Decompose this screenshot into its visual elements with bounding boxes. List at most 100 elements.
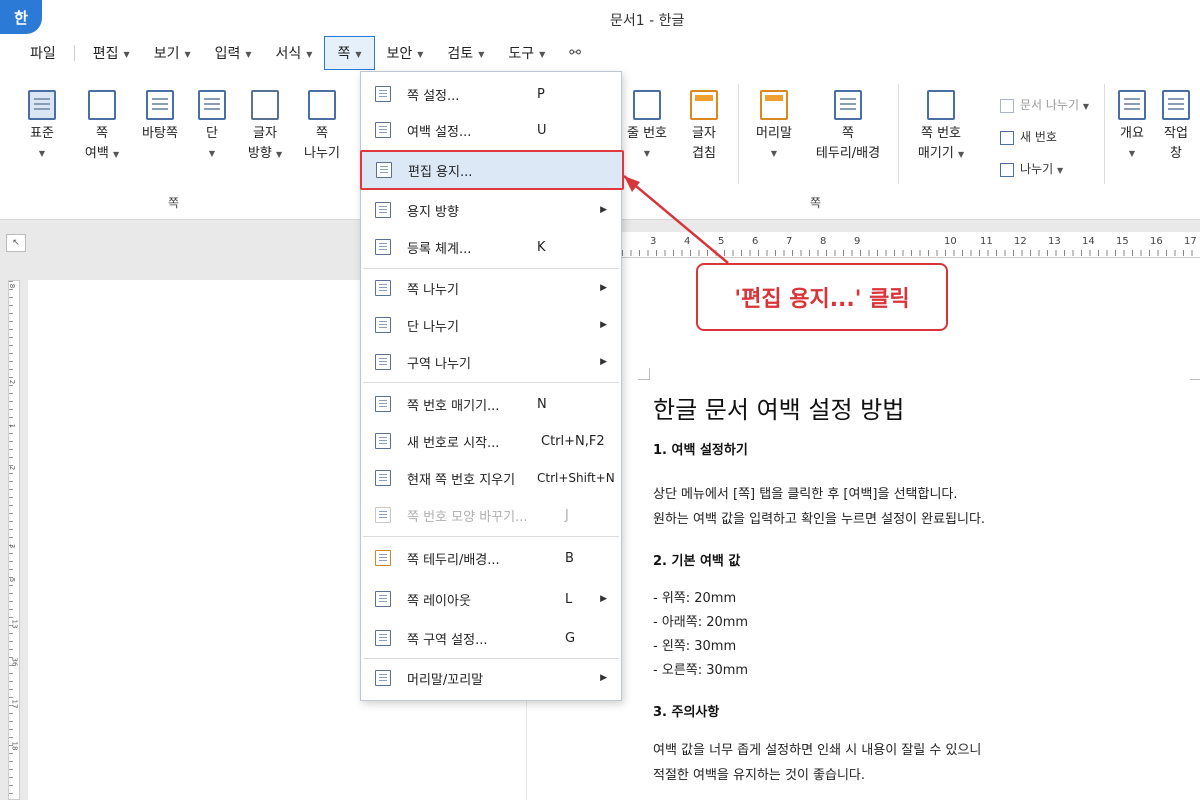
menu-item-column-break[interactable]: 단 나누기 ▶ (361, 307, 621, 343)
menu-item-paper-orientation[interactable]: 용지 방향 ▶ (361, 192, 621, 228)
new-number-button[interactable]: 새 번호 (1000, 128, 1057, 145)
char-overlap-button[interactable]: 글자 겹침 (682, 90, 726, 164)
page-break-button[interactable]: 쪽 나누기 (298, 90, 346, 164)
clear-page-number-icon (375, 470, 391, 486)
menu-item-label: 쪽 테두리/배경... (407, 552, 500, 568)
ribbon-separator (1104, 84, 1105, 184)
page-border-icon (375, 550, 391, 566)
margin-setup-icon (375, 122, 391, 138)
menu-format-label: 서식 (275, 46, 302, 62)
page-number-button[interactable]: 쪽 번호 매기기 ▼ (908, 90, 974, 165)
edit-paper-icon (376, 162, 392, 178)
menu-security[interactable]: 보안 ▼ (375, 37, 436, 69)
text-direction-button[interactable]: 글자 방향 ▼ (242, 90, 288, 165)
outline-icon (1118, 90, 1146, 120)
page-margin-button[interactable]: 쪽 여백 ▼ (78, 90, 126, 165)
standard-button[interactable]: 표준 ▼ (20, 90, 64, 164)
menu-separator (363, 536, 619, 537)
doc-paragraph-line: 상단 메뉴에서 [쪽] 탭을 클릭한 후 [여백]을 선택합니다. (653, 487, 958, 502)
doc-list-item: - 위쪽: 20mm (653, 591, 737, 606)
menu-item-registration[interactable]: 등록 체계... K (361, 229, 621, 265)
menu-item-section-break[interactable]: 구역 나누기 ▶ (361, 344, 621, 380)
menu-item-page-setup[interactable]: 쪽 설정... P (361, 76, 621, 112)
hruler-num: 4 (684, 236, 691, 247)
menu-separator (363, 658, 619, 659)
menu-item-page-layout[interactable]: 쪽 레이아웃 L ▶ (361, 581, 621, 617)
menu-item-label: 단 나누기 (407, 319, 459, 335)
page-border-button[interactable]: 쪽 테두리/배경 (808, 90, 888, 164)
vruler-num: 13 (10, 619, 19, 629)
menu-insert[interactable]: 입력 ▼ (203, 37, 264, 69)
chevron-down-icon: ▼ (355, 49, 362, 59)
vruler-num: 2 (8, 379, 17, 385)
menu-insert-label: 입력 (214, 46, 241, 62)
char-overlap-icon (690, 90, 718, 120)
page-corner-mark (1190, 368, 1200, 380)
column-button[interactable]: 단 ▼ (194, 90, 230, 164)
ribbon-separator (738, 84, 739, 184)
task-pane-button[interactable]: 작업 창 (1158, 90, 1194, 164)
text-direction-label-2: 방향 (247, 146, 272, 161)
column-label: 단 (206, 126, 218, 141)
menu-file[interactable]: 파일 (18, 37, 68, 69)
page-margin-icon (88, 90, 116, 120)
chevron-down-icon: ▼ (770, 149, 778, 158)
hruler-num: 12 (1014, 236, 1027, 247)
menu-review[interactable]: 검토 ▼ (435, 37, 496, 69)
menu-review-label: 검토 (447, 46, 474, 62)
menu-page-label: 쪽 (337, 46, 351, 62)
chevron-down-icon: ▼ (245, 49, 252, 59)
page-break-label-1: 쪽 (316, 126, 328, 141)
menu-item-clear-page-number[interactable]: 현재 쪽 번호 지우기 Ctrl+Shift+N (361, 460, 621, 496)
menu-item-new-number[interactable]: 새 번호로 시작... Ctrl+N,F2 (361, 423, 621, 459)
menu-item-shortcut: U (537, 122, 547, 138)
hruler-num: 3 (650, 236, 657, 247)
link-icon[interactable]: ⚯ (557, 39, 593, 67)
hruler-num: 13 (1048, 236, 1061, 247)
chevron-down-icon: ▼ (38, 149, 46, 158)
menu-edit[interactable]: 편집 ▼ (81, 37, 142, 69)
menu-item-shortcut: G (565, 630, 576, 646)
header-button[interactable]: 머리말 ▼ (750, 90, 798, 164)
page-number-label-1: 쪽 번호 (920, 126, 961, 141)
menu-item-edit-paper[interactable]: 편집 용지... (360, 150, 624, 190)
document-body[interactable]: 한글 문서 여백 설정 방법 1. 여백 설정하기 상단 메뉴에서 [쪽] 탭을… (653, 390, 1193, 788)
vruler-num: 18 (10, 741, 19, 751)
horizontal-ruler[interactable] (622, 232, 1200, 258)
menu-item-section-setup[interactable]: 쪽 구역 설정... G (361, 620, 621, 656)
menu-separator (363, 268, 619, 269)
menu-item-shortcut: P (537, 86, 545, 102)
ribbon-group-label-page: 쪽 (168, 196, 180, 210)
doc-break-label: 문서 나누기 (1020, 98, 1080, 112)
menu-format[interactable]: 서식 ▼ (264, 37, 325, 69)
hruler-num: 7 (786, 236, 793, 247)
line-number-button[interactable]: 줄 번호 ▼ (622, 90, 672, 164)
page-break-label-2: 나누기 (304, 146, 340, 161)
menu-item-label: 쪽 구역 설정... (407, 632, 488, 648)
menu-item-shortcut: N (537, 396, 547, 412)
ruler-toggle-icon[interactable]: ↖ (6, 234, 26, 252)
master-page-button[interactable]: 바탕쪽 (136, 90, 184, 144)
chevron-down-icon: ▼ (306, 49, 313, 59)
menu-item-page-border[interactable]: 쪽 테두리/배경... B (361, 540, 621, 576)
split-button[interactable]: 나누기 ▼ (1000, 160, 1063, 177)
menu-tools[interactable]: 도구 ▼ (496, 37, 557, 69)
chevron-down-icon: ▼ (1128, 149, 1136, 158)
chevron-down-icon: ▼ (275, 150, 283, 159)
menu-item-header-footer[interactable]: 머리말/꼬리말 ▶ (361, 660, 621, 696)
menu-view[interactable]: 보기 ▼ (142, 37, 203, 69)
menu-item-margin-setup[interactable]: 여백 설정... U (361, 112, 621, 148)
outline-button[interactable]: 개요 ▼ (1114, 90, 1150, 164)
menu-item-page-numbering[interactable]: 쪽 번호 매기기... N (361, 386, 621, 422)
window-title: 문서1 - 한글 (610, 13, 685, 29)
menu-item-page-break[interactable]: 쪽 나누기 ▶ (361, 270, 621, 306)
page-border-label-1: 쪽 (842, 126, 854, 141)
menu-item-shortcut: K (537, 239, 546, 255)
chevron-down-icon: ▼ (1056, 166, 1064, 175)
vruler-num: 5 (8, 577, 17, 583)
doc-break-button[interactable]: 문서 나누기 ▼ (1000, 96, 1089, 113)
menu-item-change-page-number-style[interactable]: 쪽 번호 모양 바꾸기... J (361, 497, 621, 533)
column-icon (198, 90, 226, 120)
menu-page[interactable]: 쪽 ▼ (324, 36, 375, 70)
vertical-ruler[interactable] (8, 280, 20, 800)
